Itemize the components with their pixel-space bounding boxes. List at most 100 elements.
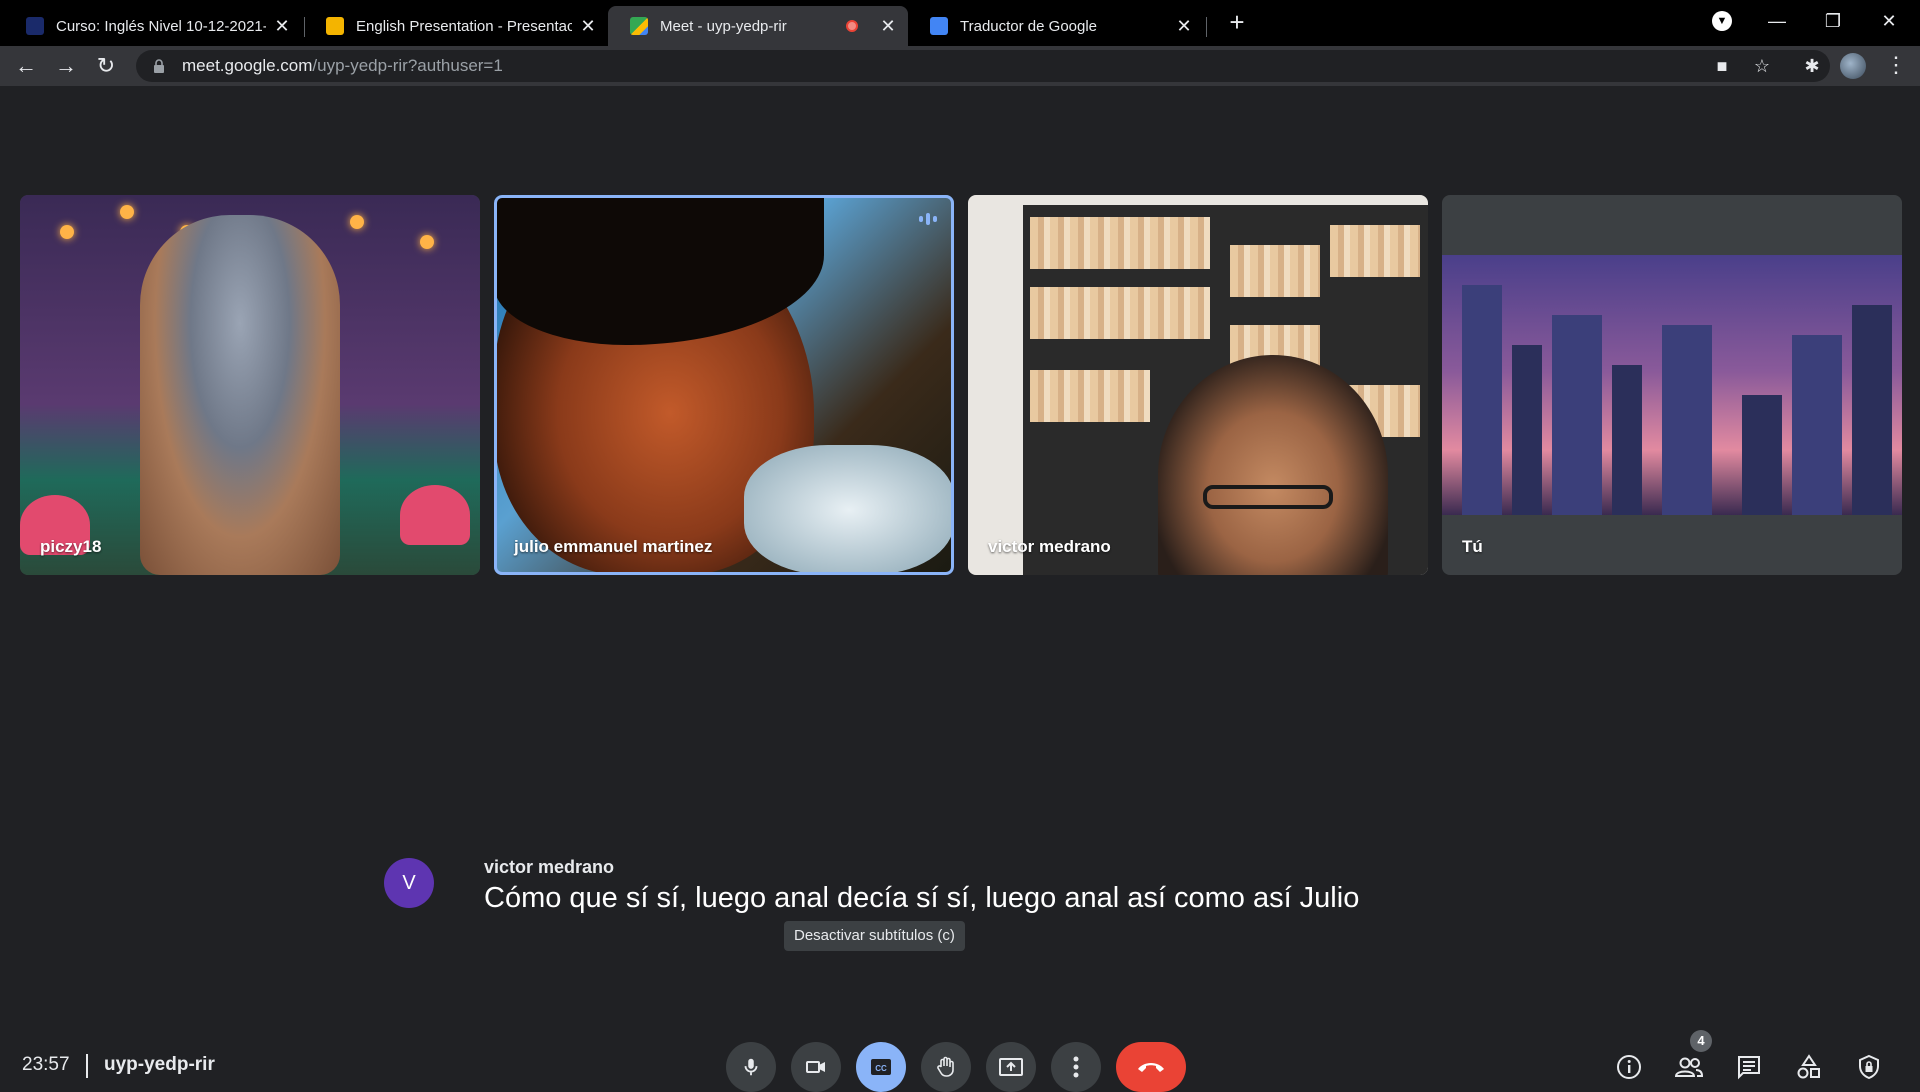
background-table xyxy=(400,485,470,545)
close-tab-icon[interactable]: ✕ xyxy=(878,16,898,37)
present-screen-button[interactable] xyxy=(986,1042,1036,1092)
city-building xyxy=(1552,315,1602,515)
city-building xyxy=(1462,285,1502,515)
tab-meet[interactable]: Meet - uyp-yedp-rir ✕ xyxy=(608,6,908,46)
participant-count-badge: 4 xyxy=(1690,1030,1712,1052)
browser-toolbar: ← → ↻ meet.google.com/uyp-yedp-rir?authu… xyxy=(0,46,1920,86)
minimize-button[interactable]: — xyxy=(1754,6,1800,36)
close-tab-icon[interactable]: ✕ xyxy=(1174,16,1194,37)
forward-button[interactable]: → xyxy=(50,50,82,82)
caption-speaker-avatar: V xyxy=(384,858,434,908)
more-vert-icon xyxy=(1073,1056,1079,1078)
close-tab-icon[interactable]: ✕ xyxy=(578,16,598,37)
activities-button[interactable] xyxy=(1790,1048,1828,1086)
tab-title: Meet - uyp-yedp-rir xyxy=(660,17,787,35)
restore-button[interactable]: ❐ xyxy=(1810,6,1856,36)
participant-name: piczy18 xyxy=(40,537,102,556)
tab-course[interactable]: Curso: Inglés Nivel 10-12-2021-C ✕ xyxy=(4,6,302,46)
raise-hand-button[interactable] xyxy=(921,1042,971,1092)
participant-name: Tú xyxy=(1462,537,1483,556)
participants-button[interactable] xyxy=(1670,1048,1708,1086)
city-building xyxy=(1792,335,1842,515)
present-screen-icon xyxy=(999,1058,1023,1076)
tab-translate[interactable]: Traductor de Google ✕ xyxy=(908,6,1204,46)
city-building xyxy=(1742,395,1782,515)
back-button[interactable]: ← xyxy=(10,50,42,82)
participant-tile[interactable]: piczy18 xyxy=(20,195,480,575)
chat-icon xyxy=(1738,1056,1760,1080)
camera-button[interactable] xyxy=(791,1042,841,1092)
speaking-outline xyxy=(494,195,954,575)
svg-text:CC: CC xyxy=(875,1064,887,1073)
close-window-button[interactable]: ✕ xyxy=(1866,6,1912,36)
microphone-button[interactable] xyxy=(726,1042,776,1092)
decoration-light xyxy=(350,215,364,229)
hang-up-icon xyxy=(1138,1063,1164,1072)
reload-button[interactable]: ↻ xyxy=(90,50,122,82)
captions-tooltip: Desactivar subtítulos (c) xyxy=(784,921,965,951)
leave-call-button[interactable] xyxy=(1116,1042,1186,1092)
self-video xyxy=(1442,255,1902,515)
books-row xyxy=(1030,370,1150,422)
tab-search-icon[interactable]: ▼ xyxy=(1712,11,1732,31)
info-icon xyxy=(1617,1055,1641,1079)
participant-glasses xyxy=(1203,485,1333,509)
divider xyxy=(86,1054,88,1078)
recording-indicator-icon xyxy=(846,20,858,32)
books-row xyxy=(1230,245,1320,297)
tab-strip: Curso: Inglés Nivel 10-12-2021-C ✕ Engli… xyxy=(0,0,1920,46)
meet-favicon-icon xyxy=(630,17,648,35)
profile-avatar[interactable] xyxy=(1840,53,1866,79)
participant-video xyxy=(968,195,1428,575)
closed-captions-icon: CC xyxy=(871,1059,891,1075)
course-favicon-icon xyxy=(26,17,44,35)
browser-menu-icon[interactable]: ⋮ xyxy=(1882,52,1910,80)
participant-name: julio emmanuel martinez xyxy=(514,537,713,556)
address-bar[interactable]: meet.google.com/uyp-yedp-rir?authuser=1 xyxy=(136,50,1830,82)
new-tab-button[interactable]: + xyxy=(1222,8,1252,38)
camera-in-use-icon[interactable]: ■ xyxy=(1708,52,1736,80)
raise-hand-icon xyxy=(937,1056,954,1077)
captions-button[interactable]: CC xyxy=(856,1042,906,1092)
meeting-clock: 23:57 xyxy=(22,1054,70,1075)
self-tile[interactable]: Tú xyxy=(1442,195,1902,575)
participant-tile-active-speaker[interactable]: julio emmanuel martinez xyxy=(494,195,954,575)
camera-icon xyxy=(806,1061,825,1073)
bookmark-star-icon[interactable]: ☆ xyxy=(1748,52,1776,80)
tab-divider xyxy=(1206,17,1207,37)
caption-text: Cómo que sí sí, luego anal decía sí sí, … xyxy=(484,882,1360,914)
tab-title: English Presentation - Presentaci xyxy=(356,17,572,35)
url-path: /uyp-yedp-rir?authuser=1 xyxy=(312,56,503,75)
tab-title: Curso: Inglés Nivel 10-12-2021-C xyxy=(56,17,266,35)
more-options-button[interactable] xyxy=(1051,1042,1101,1092)
decoration-light xyxy=(420,235,434,249)
activities-shapes-icon xyxy=(1797,1054,1820,1079)
lock-icon xyxy=(154,59,164,73)
decoration-light xyxy=(120,205,134,219)
close-tab-icon[interactable]: ✕ xyxy=(272,16,292,37)
city-building xyxy=(1852,305,1892,515)
microphone-icon xyxy=(744,1058,758,1076)
books-row xyxy=(1030,217,1210,269)
participant-name: victor medrano xyxy=(988,537,1111,556)
caption-speaker-name: victor medrano xyxy=(484,857,615,877)
meeting-details-button[interactable] xyxy=(1610,1048,1648,1086)
meet-stage: piczy18 julio emmanuel martinez victor m… xyxy=(0,86,1920,1092)
translate-favicon-icon xyxy=(930,17,948,35)
host-controls-button[interactable] xyxy=(1850,1048,1888,1086)
participant-person xyxy=(140,215,340,575)
slides-favicon-icon xyxy=(326,17,344,35)
tab-slides[interactable]: English Presentation - Presentaci ✕ xyxy=(304,6,608,46)
url-host: meet.google.com xyxy=(182,56,313,75)
decoration-light xyxy=(60,225,74,239)
extensions-icon[interactable]: ✱ xyxy=(1798,52,1826,80)
shield-lock-icon xyxy=(1859,1054,1879,1080)
books-row xyxy=(1330,225,1420,277)
audio-level-icon xyxy=(916,211,940,227)
books-row xyxy=(1030,287,1210,339)
participant-video xyxy=(20,195,480,575)
city-building xyxy=(1512,345,1542,515)
city-building xyxy=(1612,365,1642,515)
participant-tile[interactable]: victor medrano xyxy=(968,195,1428,575)
chat-button[interactable] xyxy=(1730,1048,1768,1086)
